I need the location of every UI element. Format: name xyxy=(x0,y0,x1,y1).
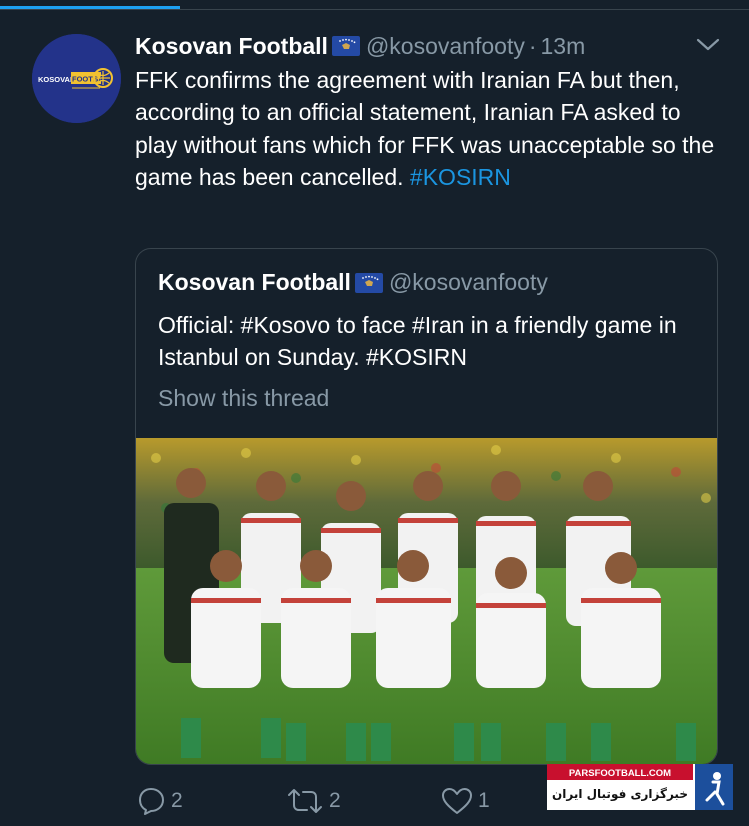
author-name[interactable]: Kosovan Football xyxy=(135,33,328,60)
author-handle[interactable]: @kosovanfooty xyxy=(366,33,525,60)
quoted-author-handle: @kosovanfooty xyxy=(388,269,548,295)
retweet-count: 2 xyxy=(329,789,341,812)
like-count: 1 xyxy=(478,789,490,812)
kosovan-football-logo: KOSOVAN FOOTBALL xyxy=(32,34,121,123)
chevron-down-icon[interactable] xyxy=(696,36,720,54)
kosovo-flag-icon xyxy=(354,272,383,293)
quoted-tweet-header: Kosovan Football @kosovanfooty xyxy=(158,269,548,296)
like-button[interactable]: 1 xyxy=(440,786,490,816)
svg-text:خبرگزاری فوتبال ایران: خبرگزاری فوتبال ایران xyxy=(552,787,688,802)
show-thread-link[interactable]: Show this thread xyxy=(158,385,329,412)
hashtag-link[interactable]: #KOSIRN xyxy=(410,164,511,190)
timestamp[interactable]: 13m xyxy=(541,33,586,60)
reply-icon xyxy=(139,788,164,815)
retweet-icon xyxy=(288,789,322,813)
svg-text:PARSFOOTBALL.COM: PARSFOOTBALL.COM xyxy=(569,768,671,779)
quoted-author-name: Kosovan Football xyxy=(158,269,351,295)
header-separator: · xyxy=(528,32,537,59)
tweet-header: Kosovan Football @kosovanfooty · 13m xyxy=(135,30,725,62)
svg-text:KOSOVAN: KOSOVAN xyxy=(38,75,75,84)
quoted-tweet-text: Official: #Kosovo to face #Iran in a fri… xyxy=(158,312,677,371)
quoted-tweet[interactable]: Kosovan Football @kosovanfooty Official:… xyxy=(135,248,718,765)
kosovo-flag-icon xyxy=(331,36,360,56)
parsfootball-watermark: PARSFOOTBALL.COM خبرگزاری فوتبال ایران xyxy=(547,764,733,810)
avatar[interactable]: KOSOVAN FOOTBALL xyxy=(32,34,121,123)
retweet-button[interactable]: 2 xyxy=(285,786,341,816)
reply-button[interactable]: 2 xyxy=(135,786,183,816)
reply-count: 2 xyxy=(171,789,183,812)
tab-indicator xyxy=(0,6,180,9)
heart-icon xyxy=(442,788,472,814)
tweet-text: FFK confirms the agreement with Iranian … xyxy=(135,64,725,194)
team-photo[interactable] xyxy=(136,438,718,765)
